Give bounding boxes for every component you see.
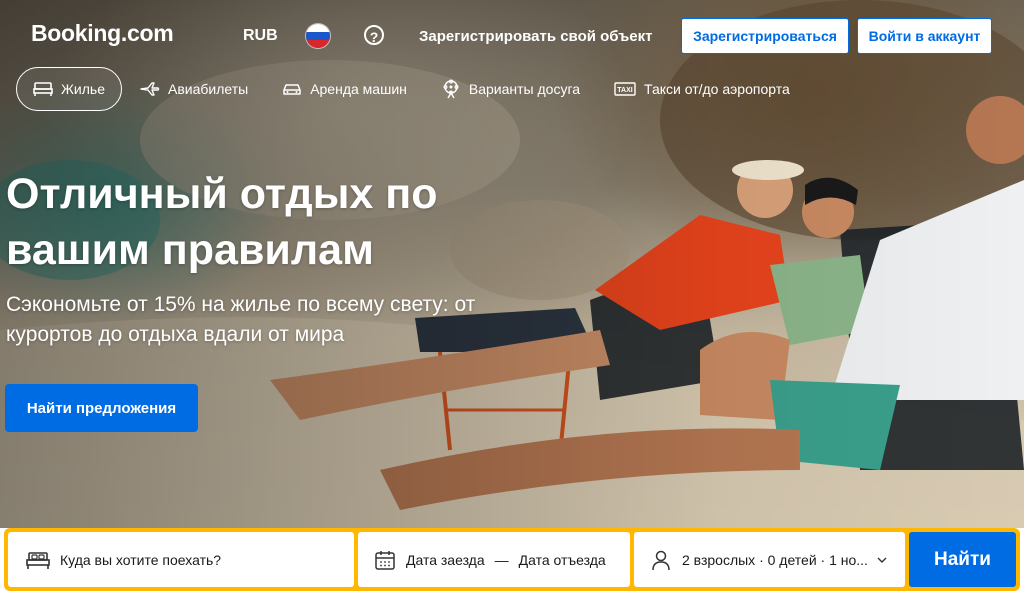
nav-tab-label: Такси от/до аэропорта bbox=[644, 81, 790, 97]
russia-flag-icon[interactable] bbox=[306, 24, 330, 48]
nav-tab-stays[interactable]: Жилье bbox=[16, 67, 122, 111]
help-icon[interactable]: ? bbox=[364, 25, 384, 45]
taxi-icon: TAXI bbox=[614, 82, 636, 96]
nav-tab-label: Аренда машин bbox=[310, 81, 407, 97]
nav-tab-airport-taxi[interactable]: TAXI Такси от/до аэропорта bbox=[598, 67, 806, 111]
list-property-link[interactable]: Зарегистрировать свой объект bbox=[419, 28, 653, 45]
register-button[interactable]: Зарегистрироваться bbox=[681, 18, 849, 54]
search-bar: Куда вы хотите поехать? Дата заезда — Да… bbox=[4, 528, 1020, 591]
attractions-icon bbox=[443, 79, 459, 99]
search-button[interactable]: Найти bbox=[909, 532, 1016, 587]
checkin-date: Дата заезда bbox=[406, 551, 485, 568]
date-separator: — bbox=[494, 551, 509, 568]
hero-subtitle: Сэкономьте от 15% на жилье по всему свет… bbox=[6, 293, 476, 346]
nav-tab-car-rental[interactable]: Аренда машин bbox=[266, 67, 423, 111]
plane-icon bbox=[140, 82, 160, 96]
nav-tab-flights[interactable]: Авиабилеты bbox=[124, 67, 264, 111]
product-nav: Жилье Авиабилеты Аренда машин Варианты д… bbox=[16, 67, 808, 111]
guests-summary: 2 взрослых · 0 детей · 1 но... bbox=[682, 551, 868, 568]
calendar-icon bbox=[375, 550, 395, 570]
nav-tab-label: Жилье bbox=[61, 81, 105, 97]
nav-tab-attractions[interactable]: Варианты досуга bbox=[425, 67, 596, 111]
destination-placeholder: Куда вы хотите поехать? bbox=[60, 551, 222, 568]
nav-tab-label: Авиабилеты bbox=[168, 81, 249, 97]
find-deals-button[interactable]: Найти предложения bbox=[5, 384, 198, 432]
guests-selector[interactable]: 2 взрослых · 0 детей · 1 но... bbox=[634, 532, 905, 587]
car-icon bbox=[283, 84, 301, 95]
person-icon bbox=[652, 550, 670, 570]
bed-icon bbox=[33, 82, 53, 96]
date-picker[interactable]: Дата заезда — Дата отъезда bbox=[358, 532, 630, 587]
currency-selector[interactable]: RUB bbox=[243, 27, 278, 45]
booking-logo[interactable]: Booking.com bbox=[31, 20, 174, 47]
svg-text:TAXI: TAXI bbox=[617, 87, 632, 94]
checkout-date: Дата отъезда bbox=[518, 551, 606, 568]
login-button[interactable]: Войти в аккаунт bbox=[857, 18, 992, 54]
bed-icon bbox=[26, 551, 50, 569]
chevron-down-icon bbox=[877, 557, 887, 563]
hero-title: Отличный отдых по вашим правилам bbox=[6, 170, 438, 274]
destination-input[interactable]: Куда вы хотите поехать? bbox=[8, 532, 354, 587]
nav-tab-label: Варианты досуга bbox=[468, 81, 581, 97]
